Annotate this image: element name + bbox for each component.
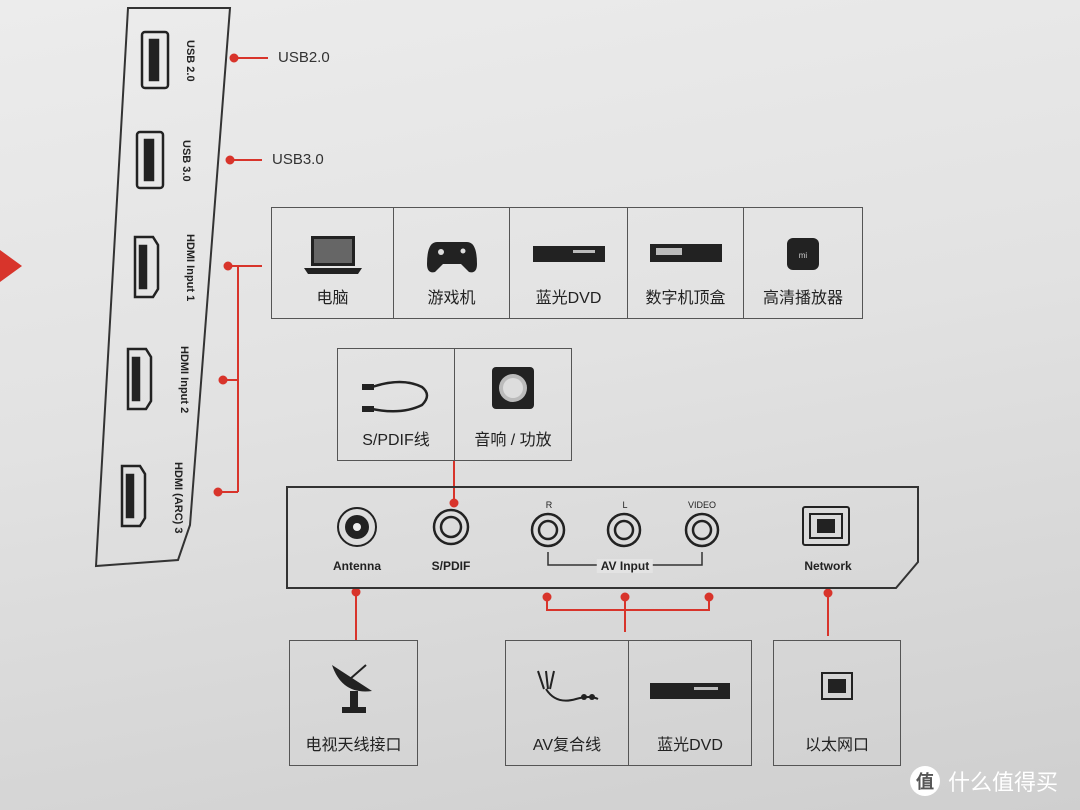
device-label: 游戏机 (427, 290, 476, 307)
device-label: S/PDIF线 (362, 432, 430, 449)
device-dvd: 蓝光DVD (510, 208, 628, 318)
av-devices-box: AV复合线 蓝光DVD (505, 640, 752, 766)
device-label: 以太网口 (804, 737, 869, 754)
ethernet-port-icon (821, 672, 853, 700)
media-player-icon: mi (787, 238, 819, 270)
rca-port-icon (432, 508, 720, 548)
svg-text:mi: mi (799, 251, 808, 260)
antenna-device-box: 电视天线接口 (289, 640, 418, 766)
usb-port-icon (135, 130, 165, 190)
network-label: Network (804, 559, 852, 573)
device-label: 蓝光DVD (535, 290, 602, 307)
callout-usb3: USB3.0 (272, 151, 324, 168)
speaker-icon (492, 367, 534, 409)
device-speaker: 音响 / 功放 (455, 349, 571, 460)
av-l-label: L (622, 500, 628, 510)
device-ethernet: 以太网口 (774, 641, 900, 765)
port-label-usb2: USB 2.0 (184, 40, 196, 82)
device-label: 高清播放器 (762, 290, 843, 307)
av-r-label: R (545, 500, 553, 510)
port-label-usb3: USB 3.0 (180, 140, 192, 182)
port-label-hdmi1: HDMI Input 1 (184, 234, 196, 302)
gamepad-icon (426, 242, 477, 273)
device-media-player: mi 高清播放器 (744, 208, 862, 318)
callout-usb2: USB2.0 (278, 49, 330, 66)
set-top-box-icon (649, 244, 722, 262)
device-laptop: 电脑 (272, 208, 394, 318)
device-antenna: 电视天线接口 (290, 641, 417, 765)
device-label: 蓝光DVD (657, 737, 723, 754)
watermark-text: 什么值得买 (948, 770, 1059, 795)
antenna-port-icon (337, 507, 377, 547)
hdmi-port-icon (120, 464, 147, 528)
av-video-label: VIDEO (687, 500, 717, 510)
watermark-badge: 值 (910, 766, 940, 796)
dvd-player-icon (650, 683, 730, 699)
spdif-label: S/PDIF (431, 559, 471, 573)
dvd-player-icon (532, 246, 605, 262)
device-label: 电视天线接口 (305, 737, 402, 754)
satellite-dish-icon (331, 664, 372, 713)
device-dvd: 蓝光DVD (629, 641, 751, 765)
hdmi-port-icon (126, 347, 153, 411)
watermark-logo: 值 什么值得买 (910, 765, 1058, 797)
device-label: 电脑 (316, 290, 349, 307)
arrow-marker (0, 250, 22, 282)
device-spdif-cable: S/PDIF线 (338, 349, 455, 460)
av-cable-icon (537, 670, 599, 702)
hdmi-port-icon (133, 235, 160, 299)
device-label: AV复合线 (532, 737, 602, 754)
usb-port-icon (140, 30, 170, 90)
device-gamepad: 游戏机 (394, 208, 510, 318)
audio-devices-box: S/PDIF线 音响 / 功放 (337, 348, 572, 461)
network-device-box: 以太网口 (773, 640, 901, 766)
cable-icon (362, 380, 429, 413)
device-av-cable: AV复合线 (506, 641, 629, 765)
ethernet-port-icon (802, 506, 850, 546)
device-label: 音响 / 功放 (474, 432, 552, 449)
port-label-hdmi2: HDMI Input 2 (178, 346, 190, 414)
antenna-label: Antenna (333, 559, 381, 573)
device-label: 数字机顶盒 (645, 290, 726, 307)
port-label-hdmi3: HDMI (ARC) 3 (172, 462, 184, 534)
device-set-top-box: 数字机顶盒 (628, 208, 744, 318)
laptop-icon (303, 236, 362, 274)
av-input-label: AV Input (596, 559, 654, 573)
hdmi-devices-box: 电脑 游戏机 蓝光DVD 数字机顶盒 mi 高清播放器 (271, 207, 863, 319)
